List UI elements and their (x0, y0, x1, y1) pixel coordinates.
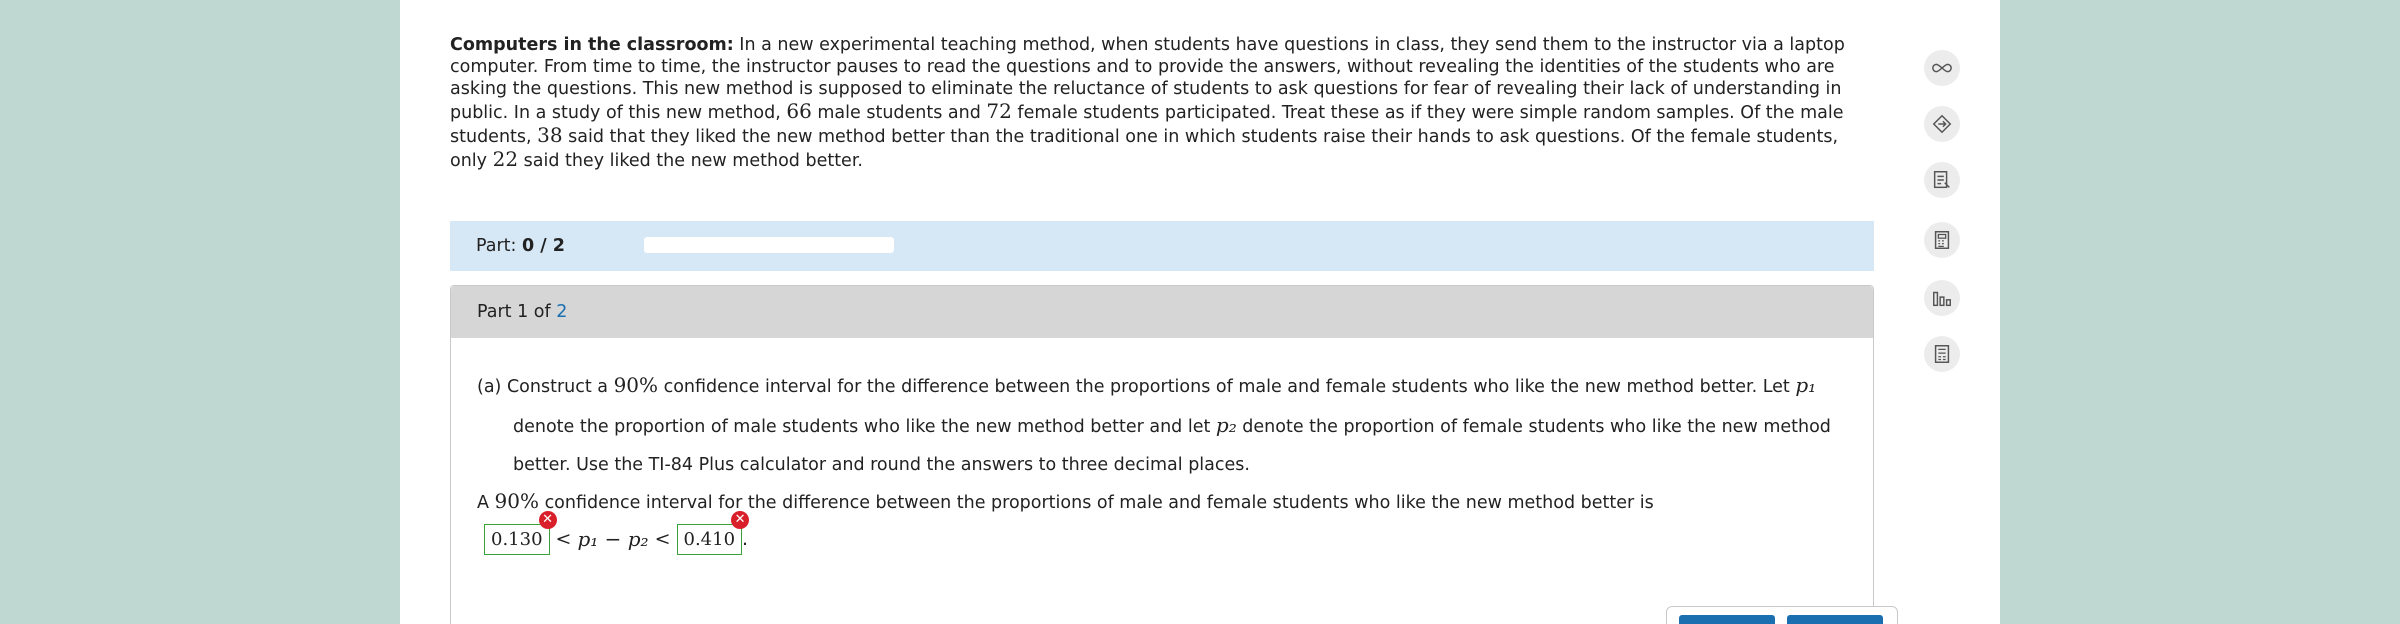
question-text: (a) Construct a 90% confidence interval … (477, 366, 1847, 484)
bar-chart-icon[interactable] (1924, 280, 1960, 316)
part-heading: Part 1 of 2 (477, 302, 567, 322)
problem-text: male students and (811, 103, 987, 123)
answer-prompt-segment: confidence interval for the difference b… (539, 493, 1654, 513)
part-heading-prefix: Part 1 of (477, 302, 557, 322)
notes-icon[interactable] (1924, 162, 1960, 198)
action-button-group (1666, 606, 1898, 624)
female-like-count: 22 (492, 147, 519, 171)
male-count: 66 (786, 99, 812, 123)
confidence-level: 90% (613, 373, 659, 397)
incorrect-icon: ✕ (538, 510, 557, 529)
calculator-icon[interactable] (1924, 222, 1960, 258)
answer-prompt-segment: A (477, 493, 495, 513)
difference-expression: p₁ − p₂ (577, 527, 649, 551)
part-label-prefix: Part: (476, 236, 523, 256)
question-text-segment: confidence interval for the difference b… (658, 377, 1796, 397)
question-text-segment: denote the proportion of female students… (1236, 417, 1831, 437)
less-than-symbol: < (654, 528, 671, 550)
incorrect-icon: ✕ (731, 510, 750, 529)
part-progress-bar: Part: 0 / 2 (450, 221, 1874, 271)
answer-prompt: A 90% confidence interval for the differ… (477, 486, 1847, 518)
action-button-1[interactable] (1679, 615, 1775, 624)
data-table-icon[interactable] (1924, 336, 1960, 372)
p2-symbol: p₂ (1215, 413, 1237, 437)
problem-text: said they liked the new method better. (518, 151, 863, 171)
less-than-symbol: < (555, 528, 572, 550)
page: Computers in the classroom: In a new exp… (400, 0, 2000, 624)
female-count: 72 (986, 99, 1012, 123)
part-label-value: 0 / 2 (522, 236, 565, 256)
part-total: 2 (556, 302, 568, 322)
upper-bound-input[interactable]: 0.410 ✕ (676, 510, 750, 555)
male-like-count: 38 (537, 123, 563, 147)
upper-bound-value: 0.410 (683, 528, 736, 550)
p1-symbol: p₁ (1795, 373, 1817, 397)
card-header: Part 1 of 2 (451, 286, 1873, 338)
infinity-icon[interactable] (1924, 50, 1960, 86)
question-line-2: denote the proportion of male students w… (477, 406, 1847, 446)
problem-statement: Computers in the classroom: In a new exp… (450, 34, 1860, 172)
progress-track (644, 237, 894, 253)
period: . (742, 528, 749, 550)
action-button-2[interactable] (1787, 615, 1883, 624)
question-card: Part 1 of 2 (a) Construct a 90% confiden… (450, 285, 1898, 624)
part-label: Part: 0 / 2 (476, 236, 565, 256)
question-text-segment: denote the proportion of male students w… (513, 417, 1216, 437)
problem-heading: Computers in the classroom: (450, 35, 734, 55)
answer-confidence-level: 90% (494, 489, 539, 513)
lower-bound-input[interactable]: 0.130 ✕ (484, 510, 557, 555)
question-line-1: (a) Construct a 90% confidence interval … (477, 366, 1847, 406)
question-line-3: better. Use the TI-84 Plus calculator an… (513, 455, 1250, 475)
answer-row: 0.130 ✕ < p₁ − p₂ < 0.410 ✕ . (484, 510, 750, 558)
lower-bound-value: 0.130 (491, 528, 543, 550)
question-text-segment: (a) Construct a (477, 377, 614, 397)
tag-icon[interactable] (1924, 106, 1960, 142)
